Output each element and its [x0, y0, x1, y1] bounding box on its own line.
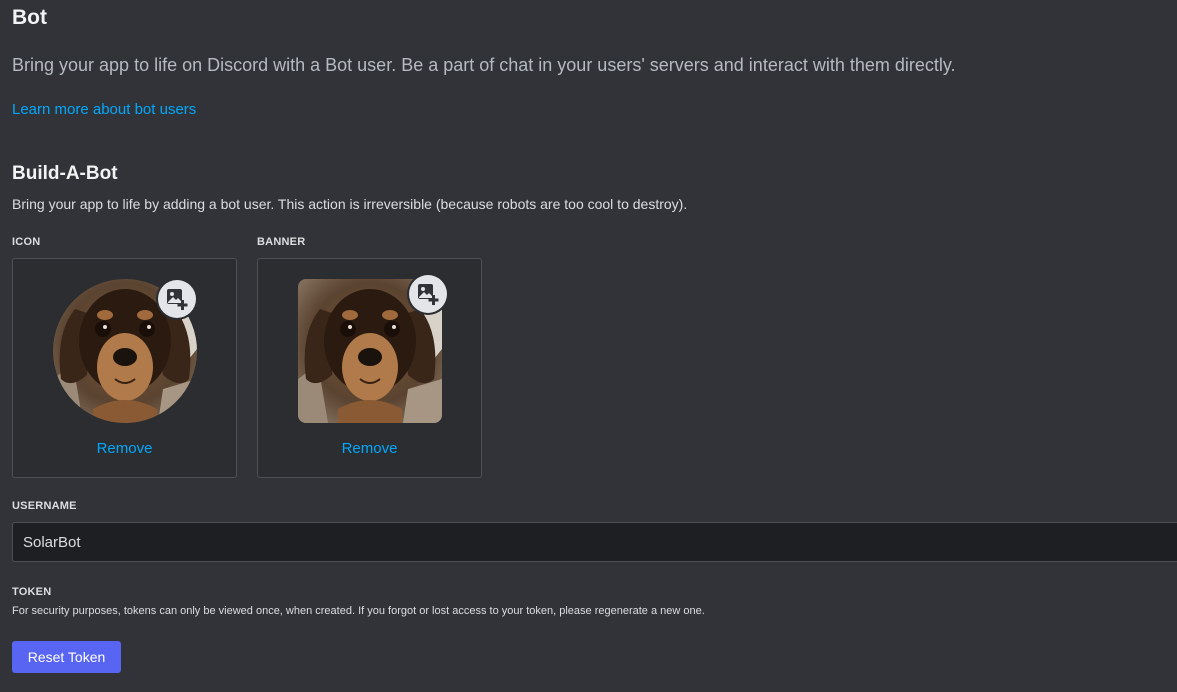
build-a-bot-title: Build-A-Bot	[12, 163, 118, 184]
learn-more-link[interactable]: Learn more about bot users	[12, 101, 196, 118]
image-plus-icon	[165, 287, 189, 311]
bot-settings-page: Bot Bring your app to life on Discord wi…	[0, 0, 1177, 692]
token-description: For security purposes, tokens can only b…	[12, 605, 705, 617]
build-a-bot-description: Bring your app to life by adding a bot u…	[12, 196, 688, 212]
upload-banner-button[interactable]	[409, 275, 447, 313]
page-title: Bot	[12, 6, 47, 29]
token-label: TOKEN	[12, 586, 52, 598]
icon-card: Remove	[12, 258, 237, 478]
banner-label: BANNER	[257, 236, 306, 248]
banner-card: Remove	[257, 258, 482, 478]
username-input[interactable]	[12, 522, 1177, 562]
image-plus-icon	[416, 282, 440, 306]
upload-icon-button[interactable]	[158, 280, 196, 318]
username-label: USERNAME	[12, 500, 77, 512]
icon-label: ICON	[12, 236, 41, 248]
page-description: Bring your app to life on Discord with a…	[12, 55, 956, 75]
remove-icon-link[interactable]: Remove	[13, 440, 236, 457]
reset-token-button[interactable]: Reset Token	[12, 641, 121, 673]
remove-banner-link[interactable]: Remove	[258, 440, 481, 457]
